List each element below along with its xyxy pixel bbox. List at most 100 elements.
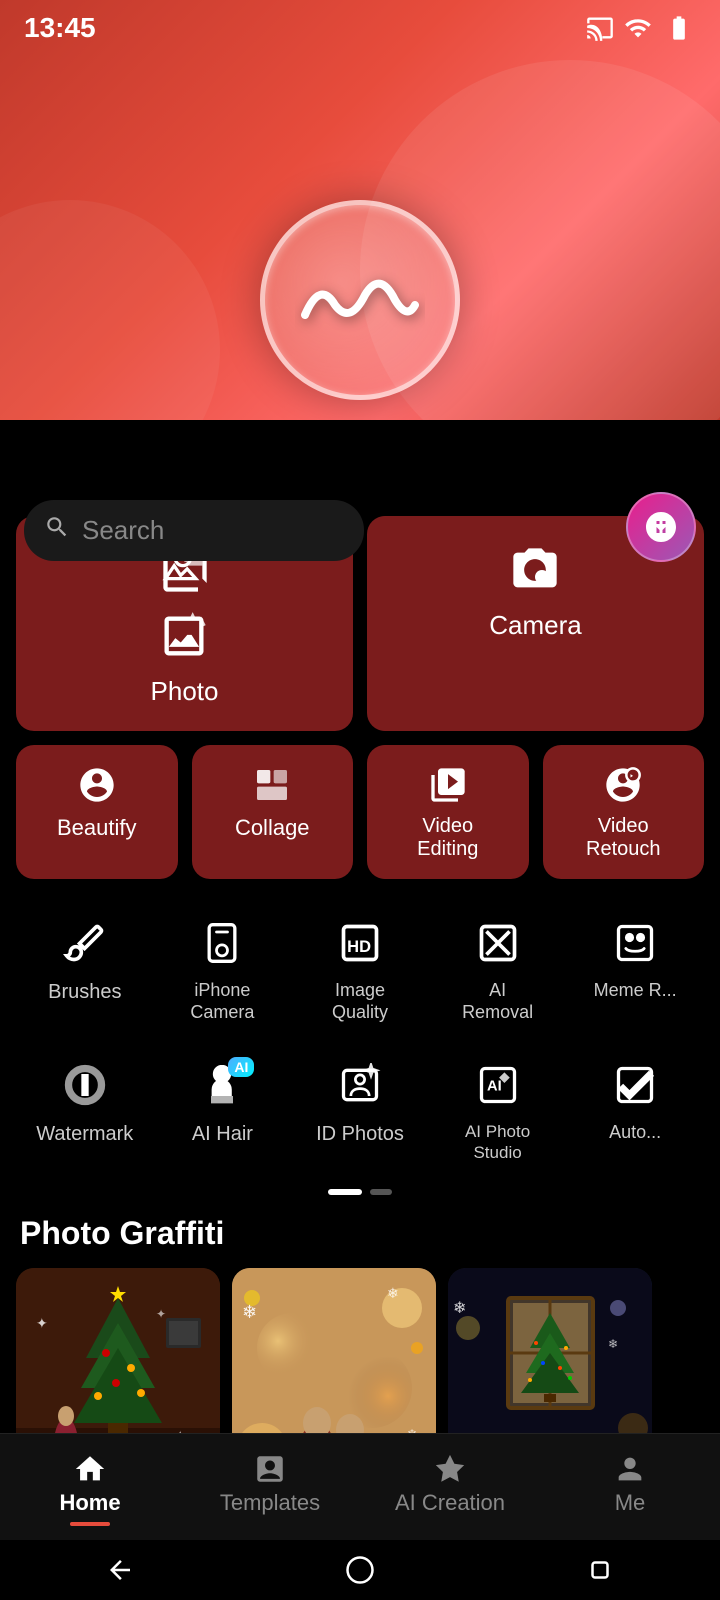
ai-creation-icon — [433, 1452, 467, 1486]
templates-icon — [253, 1452, 287, 1486]
video-retouch-button[interactable]: Video Retouch — [543, 745, 705, 879]
ai-hair-icon-wrap: AI — [200, 1063, 244, 1112]
image-quality-icon-wrap: HD — [338, 921, 382, 970]
ai-badge: AI — [228, 1057, 254, 1077]
id-photos-label: ID Photos — [316, 1122, 404, 1146]
meme-icon — [613, 921, 657, 965]
svg-text:AI: AI — [487, 1079, 502, 1095]
back-button[interactable] — [102, 1552, 138, 1588]
nav-me-label: Me — [615, 1490, 646, 1516]
nav-home-label: Home — [59, 1490, 120, 1516]
video-editing-button[interactable]: Video Editing — [367, 745, 529, 879]
svg-text:❄: ❄ — [387, 1285, 399, 1301]
app-logo — [260, 200, 460, 400]
svg-text:❄: ❄ — [608, 1337, 618, 1351]
svg-text:✦: ✦ — [36, 1315, 48, 1331]
ai-removal-tool[interactable]: AIRemoval — [429, 903, 567, 1037]
video-editing-label: Video Editing — [417, 815, 478, 861]
collage-icon — [252, 765, 292, 805]
id-photos-icon-wrap — [338, 1063, 382, 1112]
collage-label: Collage — [235, 815, 310, 841]
ai-hair-label: AI Hair — [192, 1122, 253, 1146]
meme-tool[interactable]: Meme R... — [566, 903, 704, 1037]
recents-button[interactable] — [582, 1552, 618, 1588]
nav-me[interactable]: Me — [540, 1434, 720, 1540]
tools-row-2: Watermark AI AI Hair — [16, 1045, 704, 1177]
camera-label: Camera — [489, 610, 581, 641]
search-bar[interactable]: Search — [24, 500, 364, 561]
photo-graffiti-header: Photo Graffiti — [16, 1215, 704, 1252]
home-button[interactable] — [342, 1552, 378, 1588]
auto-label: Auto... — [609, 1122, 661, 1144]
iphone-camera-label: iPhoneCamera — [190, 980, 254, 1023]
home-icon — [73, 1452, 107, 1486]
ai-photo-studio-icon-wrap: AI — [476, 1063, 520, 1112]
brushes-icon — [63, 921, 107, 965]
main-content: Photo Camera Beautify — [0, 500, 720, 1565]
photo-magic-icon — [158, 610, 210, 662]
video-retouch-icon — [603, 765, 643, 805]
logo-svg — [295, 260, 425, 340]
search-icon — [44, 514, 70, 547]
svg-text:❄: ❄ — [242, 1302, 257, 1322]
photo-label: Photo — [151, 676, 219, 707]
android-nav — [0, 1540, 720, 1600]
ai-photo-studio-icon: AI — [476, 1063, 520, 1107]
status-bar: 13:45 — [0, 0, 720, 52]
ai-removal-icon-wrap — [476, 921, 520, 970]
meme-icon-wrap — [613, 921, 657, 970]
image-quality-icon: HD — [338, 921, 382, 965]
profile-button[interactable] — [626, 492, 696, 562]
brushes-icon-wrap — [63, 921, 107, 970]
home-circle-icon — [345, 1555, 375, 1585]
dot-inactive — [370, 1189, 392, 1195]
nav-ai-creation-label: AI Creation — [395, 1490, 505, 1516]
ai-photo-studio-label: AI PhotoStudio — [465, 1122, 530, 1163]
watermark-tool[interactable]: Watermark — [16, 1045, 154, 1177]
hero-banner — [0, 0, 720, 420]
cast-icon — [586, 14, 614, 42]
back-icon — [105, 1555, 135, 1585]
bottom-nav: Home Templates AI Creation Me — [0, 1433, 720, 1540]
watermark-icon-wrap — [63, 1063, 107, 1112]
image-quality-tool[interactable]: HD ImageQuality — [291, 903, 429, 1037]
brushes-tool[interactable]: Brushes — [16, 903, 154, 1037]
nav-active-bar — [70, 1522, 110, 1526]
search-placeholder: Search — [82, 515, 164, 546]
dot-active — [328, 1189, 362, 1195]
small-action-buttons: Beautify Collage Video Editing — [16, 745, 704, 879]
id-photos-icon — [338, 1063, 382, 1107]
image-quality-label: ImageQuality — [332, 980, 388, 1023]
wifi-icon — [624, 14, 652, 42]
camera-icon — [509, 544, 561, 596]
iphone-camera-tool[interactable]: iPhoneCamera — [154, 903, 292, 1037]
video-editing-icon — [428, 765, 468, 805]
ai-hair-tool[interactable]: AI AI Hair — [154, 1045, 292, 1177]
svg-text:✦: ✦ — [156, 1307, 166, 1321]
collage-button[interactable]: Collage — [192, 745, 354, 879]
ai-photo-studio-tool[interactable]: AI AI PhotoStudio — [429, 1045, 567, 1177]
me-icon — [613, 1452, 647, 1486]
auto-tool[interactable]: Auto... — [566, 1045, 704, 1177]
tools-row-1: Brushes iPhoneCamera HD ImageQuality — [16, 903, 704, 1037]
beautify-label: Beautify — [57, 815, 137, 841]
svg-text:❄: ❄ — [453, 1300, 466, 1317]
svg-text:HD: HD — [347, 938, 371, 956]
beautify-icon — [77, 765, 117, 805]
status-time: 13:45 — [24, 12, 96, 44]
video-retouch-label: Video Retouch — [586, 815, 661, 861]
id-photos-tool[interactable]: ID Photos — [291, 1045, 429, 1177]
nav-templates[interactable]: Templates — [180, 1434, 360, 1540]
ai-removal-label: AIRemoval — [462, 980, 533, 1023]
brushes-label: Brushes — [48, 980, 121, 1004]
watermark-label: Watermark — [36, 1122, 133, 1146]
battery-icon — [662, 14, 696, 42]
watermark-icon — [63, 1063, 107, 1107]
nav-home[interactable]: Home — [0, 1434, 180, 1540]
recents-icon — [585, 1555, 615, 1585]
nav-templates-label: Templates — [220, 1490, 320, 1516]
nav-ai-creation[interactable]: AI Creation — [360, 1434, 540, 1540]
ai-removal-icon — [476, 921, 520, 965]
iphone-camera-icon — [200, 921, 244, 965]
beautify-button[interactable]: Beautify — [16, 745, 178, 879]
